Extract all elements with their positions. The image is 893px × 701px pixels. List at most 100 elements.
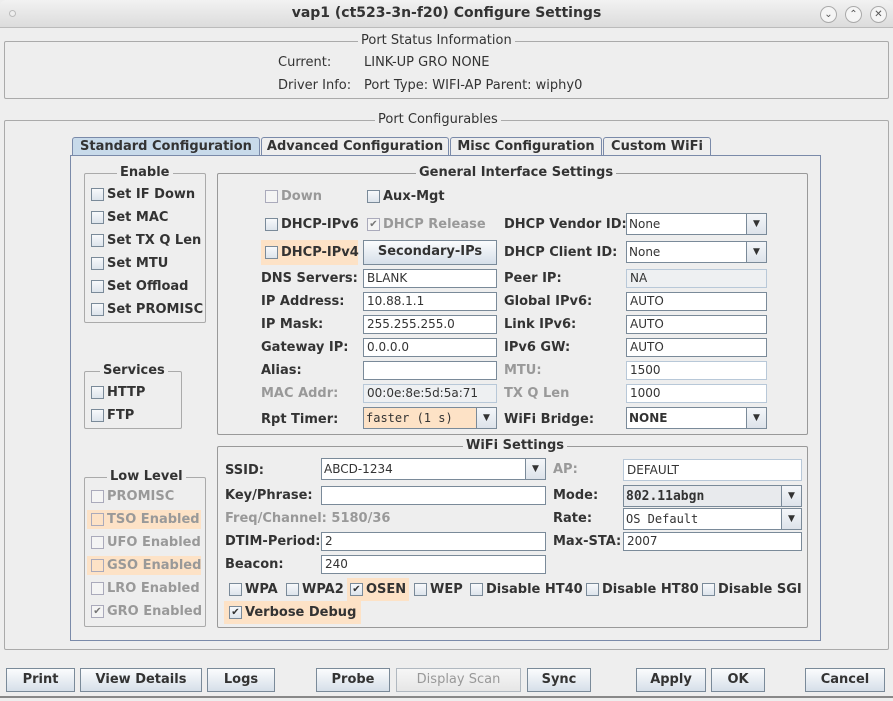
port-configurables-title: Port Configurables [375,112,501,127]
ip-address-input[interactable]: 10.88.1.1 [363,292,497,311]
close-icon[interactable]: ✕ [870,6,887,23]
http-checkbox[interactable]: HTTP [91,385,145,400]
rpt-timer-select[interactable]: faster (1 s) ▼ [363,407,497,429]
max-sta-input[interactable]: 2007 [623,532,802,551]
dns-servers-label: DNS Servers: [261,271,358,286]
rpt-timer-label: Rpt Timer: [261,412,339,427]
dhcp-client-id-select[interactable]: None ▼ [626,241,767,263]
chevron-down-icon: ▼ [746,408,766,428]
mode-label: Mode: [553,488,599,503]
beacon-input[interactable]: 240 [321,555,546,574]
display-scan-button: Display Scan [396,668,521,692]
apply-button[interactable]: Apply [636,668,706,692]
link-ipv6-input[interactable]: AUTO [626,315,767,334]
set-tx-q-len-checkbox[interactable]: Set TX Q Len [91,233,201,248]
current-label: Current: [278,55,332,70]
logs-button[interactable]: Logs [207,668,275,692]
print-button[interactable]: Print [6,668,75,692]
tx-q-len-label: TX Q Len [504,386,570,401]
cancel-button[interactable]: Cancel [805,668,885,692]
set-mtu-checkbox[interactable]: Set MTU [91,256,168,271]
mac-addr-label: MAC Addr: [261,386,339,401]
ipv6-gw-input[interactable]: AUTO [626,338,767,357]
maximize-icon[interactable]: ⌃ [845,6,862,23]
ssid-label: SSID: [225,463,264,478]
ok-button[interactable]: OK [711,668,765,692]
ufo-enabled-checkbox: UFO Enabled [87,533,201,552]
osen-checkbox[interactable]: ✔ OSEN [347,578,410,601]
title-bar: vap1 (ct523-3n-f20) Configure Settings ⌄… [0,0,893,28]
dhcp-ipv6-checkbox[interactable]: DHCP-IPv6 [265,217,359,232]
mac-addr-input: 00:0e:8e:5d:5a:71 [363,384,497,403]
ssid-select[interactable]: ABCD-1234 ▼ [321,458,546,480]
gateway-ip-input[interactable]: 0.0.0.0 [363,338,497,357]
set-offload-checkbox[interactable]: Set Offload [91,279,189,294]
key-phrase-input[interactable] [321,486,546,505]
low-level-title: Low Level [107,469,186,484]
dhcp-ipv4-checkbox[interactable]: DHCP-IPv4 [261,240,359,265]
chevron-down-icon: ▼ [746,214,766,234]
ap-label: AP: [553,462,578,477]
mtu-input[interactable]: 1500 [626,361,767,380]
tab-custom-wifi[interactable]: Custom WiFi [603,137,711,156]
wifi-settings-title: WiFi Settings [463,438,568,453]
wpa-checkbox[interactable]: WPA [229,582,278,597]
rate-select[interactable]: OS Default ▼ [623,508,802,530]
ip-mask-label: IP Mask: [261,317,324,332]
sync-button[interactable]: Sync [527,668,591,692]
promisc-checkbox: PROMISC [87,487,201,506]
tab-standard-configuration[interactable]: Standard Configuration [72,137,260,156]
ap-input[interactable]: DEFAULT [623,459,802,481]
gro-enabled-checkbox: ✔ GRO Enabled [87,602,202,621]
tab-advanced-configuration[interactable]: Advanced Configuration [261,137,449,156]
view-details-button[interactable]: View Details [80,668,202,692]
chevron-down-icon: ▼ [781,486,801,506]
disable-ht40-checkbox[interactable]: Disable HT40 [470,582,583,597]
peer-ip-input: NA [626,269,767,288]
driver-info-value: Port Type: WIFI-AP Parent: wiphy0 [364,78,583,93]
rate-label: Rate: [553,511,593,526]
set-promisc-checkbox[interactable]: Set PROMISC [91,302,203,317]
port-status-title: Port Status Information [358,33,515,48]
chevron-down-icon: ▼ [746,242,766,262]
dhcp-release-checkbox: ✔ DHCP Release [367,217,486,232]
verbose-debug-checkbox[interactable]: ✔ Verbose Debug [224,601,362,624]
alias-input[interactable] [363,361,497,380]
peer-ip-label: Peer IP: [504,271,562,286]
tab-misc-configuration[interactable]: Misc Configuration [450,137,602,156]
alias-label: Alias: [261,363,302,378]
beacon-label: Beacon: [225,557,284,572]
ftp-checkbox[interactable]: FTP [91,408,134,423]
driver-info-label: Driver Info: [278,78,352,93]
wifi-bridge-select[interactable]: NONE ▼ [626,407,767,429]
general-settings-title: General Interface Settings [416,165,617,180]
disable-sgi-checkbox[interactable]: Disable SGI [702,582,802,597]
dns-servers-input[interactable]: BLANK [363,269,497,288]
key-phrase-label: Key/Phrase: [225,488,313,503]
dtim-period-input[interactable]: 2 [321,532,546,551]
services-title: Services [100,363,168,378]
aux-mgt-checkbox[interactable]: Aux-Mgt [367,189,445,204]
gateway-ip-label: Gateway IP: [261,340,349,355]
global-ipv6-input[interactable]: AUTO [626,292,767,311]
set-if-down-checkbox[interactable]: Set IF Down [91,187,195,202]
ip-mask-input[interactable]: 255.255.255.0 [363,315,497,334]
dhcp-vendor-id-select[interactable]: None ▼ [626,213,767,235]
enable-title: Enable [117,165,173,180]
ip-address-label: IP Address: [261,294,345,309]
secondary-ips-button[interactable]: Secondary-IPs [363,240,497,265]
tso-enabled-checkbox: TSO Enabled [87,510,201,529]
mode-select[interactable]: 802.11abgn ▼ [623,485,802,507]
global-ipv6-label: Global IPv6: [504,294,593,309]
ipv6-gw-label: IPv6 GW: [504,340,571,355]
set-mac-checkbox[interactable]: Set MAC [91,210,168,225]
chevron-down-icon: ▼ [525,459,545,479]
tx-q-len-input[interactable]: 1000 [626,384,767,403]
lro-enabled-checkbox: LRO Enabled [87,579,201,598]
wep-checkbox[interactable]: WEP [414,582,463,597]
wpa2-checkbox[interactable]: WPA2 [286,582,344,597]
minimize-icon[interactable]: ⌄ [820,6,837,23]
probe-button[interactable]: Probe [316,668,390,692]
chevron-down-icon: ▼ [476,408,496,428]
disable-ht80-checkbox[interactable]: Disable HT80 [586,582,699,597]
